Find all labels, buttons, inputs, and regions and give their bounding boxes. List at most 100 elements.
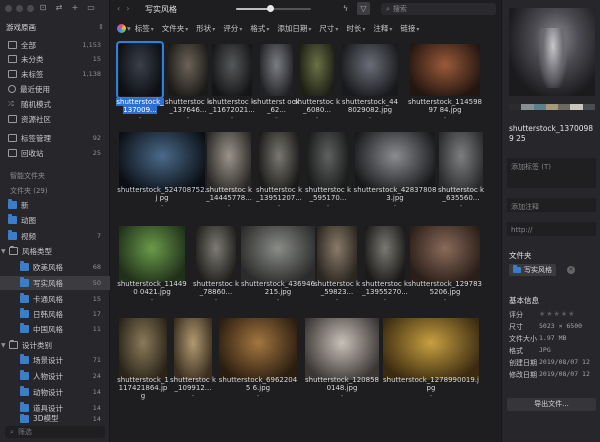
sidebar-item-trash[interactable]: 回收站 25 <box>0 146 110 160</box>
folder-item[interactable]: 道具设计 14 <box>0 401 110 415</box>
folder-item[interactable]: 新 <box>0 198 110 212</box>
sidebar-item-untagged[interactable]: 未标签 1,138 <box>0 67 110 81</box>
rating-stars[interactable]: ★★★★★ <box>539 310 575 318</box>
filter-shape[interactable]: 形状▾ <box>196 23 215 34</box>
image-thumbnail[interactable] <box>439 132 483 192</box>
image-thumbnail[interactable] <box>305 318 379 380</box>
sync-icon[interactable]: ⇄ <box>54 3 64 12</box>
folder-item[interactable]: 场景设计 71 <box>0 353 110 367</box>
image-thumbnail[interactable] <box>308 132 348 192</box>
chevron-down-icon[interactable]: ▾ <box>127 24 131 33</box>
filter-folder[interactable]: 文件夹▾ <box>162 23 189 34</box>
sidebar-item-tag-manager[interactable]: 标签管理 92 <box>0 131 110 145</box>
image-thumbnail[interactable] <box>168 44 208 96</box>
image-thumbnail[interactable] <box>259 132 299 192</box>
filter-format[interactable]: 格式▾ <box>250 23 269 34</box>
filter-rating[interactable]: 评分▾ <box>223 23 242 34</box>
zoom-window-button[interactable] <box>27 5 34 12</box>
image-thumbnail[interactable] <box>212 44 252 96</box>
tag-input[interactable]: 添加标签 (T) <box>507 158 596 188</box>
add-icon[interactable]: + <box>70 3 80 12</box>
image-thumbnail[interactable] <box>365 226 405 282</box>
lock-icon[interactable]: ⊡ <box>38 3 48 12</box>
image-thumbnail[interactable] <box>410 226 480 282</box>
folder-item[interactable]: 日韩风格 17 <box>0 307 110 321</box>
remove-folder-icon[interactable]: × <box>567 266 575 274</box>
folder-item[interactable]: 动物设计 14 <box>0 385 110 399</box>
close-window-button[interactable] <box>5 5 12 12</box>
image-caption: shutterstock_1 117421864.jpg- <box>117 376 169 400</box>
sidebar-item-count: 15 <box>92 55 101 63</box>
sidebar-item-random[interactable]: ⤮ 随机模式 <box>0 97 110 111</box>
image-thumbnail[interactable] <box>119 132 205 192</box>
bolt-icon[interactable]: ϟ <box>339 2 352 15</box>
image-thumbnail[interactable] <box>383 318 479 380</box>
sidebar-item-uncategorized[interactable]: 未分类 15 <box>0 52 110 66</box>
layout-icon[interactable]: ▭ <box>86 3 96 12</box>
folder-item[interactable]: 人物设计 24 <box>0 369 110 383</box>
folder-item[interactable]: 欧美风格 68 <box>0 260 110 274</box>
sidebar-item-community[interactable]: 资源社区 <box>0 112 110 126</box>
folder-item[interactable]: 卡通风格 15 <box>0 292 110 306</box>
folder-item[interactable]: 中国风格 11 <box>0 322 110 336</box>
image-thumbnail[interactable] <box>260 44 293 96</box>
image-thumbnail[interactable] <box>317 226 357 282</box>
library-switcher[interactable]: 游戏原画 ⇕ <box>6 21 104 33</box>
folder-group-style[interactable]: ▼ 风格类型 <box>0 244 110 258</box>
image-thumbnail[interactable] <box>410 44 480 96</box>
folder-item-selected[interactable]: 写实风格 50 <box>0 276 110 290</box>
palette-swatch[interactable] <box>558 104 571 110</box>
image-name-editing[interactable]: shutterstock_137009... <box>116 98 164 114</box>
palette-swatch[interactable] <box>521 104 534 110</box>
disclosure-down-icon[interactable]: ▼ <box>1 248 9 255</box>
color-filter-icon[interactable] <box>117 24 126 33</box>
forward-arrow-icon[interactable]: › <box>126 4 129 13</box>
filter-date-added[interactable]: 添加日期▾ <box>277 23 311 34</box>
palette-swatch[interactable] <box>582 104 595 110</box>
folder-group-design[interactable]: ▼ 设计类别 <box>0 338 110 352</box>
url-input[interactable]: http:// <box>507 222 596 236</box>
sidebar-item-recent[interactable]: 最近使用 <box>0 82 110 96</box>
image-thumbnail[interactable] <box>119 226 185 282</box>
filter-size[interactable]: 尺寸▾ <box>319 23 338 34</box>
palette-swatch[interactable] <box>545 104 559 110</box>
note-input[interactable]: 添加注释 <box>507 198 596 212</box>
folder-item[interactable]: 3D模型 14 <box>0 414 110 423</box>
folder-item[interactable]: 视频 7 <box>0 229 110 243</box>
thumbnail-size-slider[interactable] <box>236 5 311 12</box>
image-thumbnail[interactable] <box>219 318 297 380</box>
folders-heading[interactable]: 文件夹 (29) <box>10 186 48 196</box>
filter-duration[interactable]: 时长▾ <box>346 23 365 34</box>
palette-swatch[interactable] <box>509 104 522 110</box>
folder-section-title: 文件夹 <box>509 251 532 260</box>
back-arrow-icon[interactable]: ‹ <box>117 4 120 13</box>
folder-item[interactable]: 动图 <box>0 213 110 227</box>
filter-icon[interactable]: ▽ <box>357 2 370 15</box>
image-thumbnail[interactable] <box>174 318 212 380</box>
palette-swatch[interactable] <box>570 104 583 110</box>
image-thumbnail[interactable] <box>196 226 236 282</box>
image-thumbnail[interactable] <box>119 318 167 380</box>
slider-knob[interactable] <box>266 5 274 12</box>
sidebar-toolbar: ⊡ ⇄ + ▭ <box>38 3 96 12</box>
image-thumbnail[interactable] <box>342 44 398 96</box>
image-thumbnail[interactable] <box>241 226 315 282</box>
image-thumbnail[interactable] <box>116 41 164 99</box>
image-thumbnail[interactable] <box>355 132 435 192</box>
file-name[interactable]: shutterstock_13700989 25 <box>509 124 595 144</box>
image-preview[interactable] <box>509 8 595 96</box>
smart-folders-heading[interactable]: 智能文件夹 <box>10 171 45 181</box>
filter-tags[interactable]: 标签▾ <box>135 23 154 34</box>
minimize-window-button[interactable] <box>16 5 23 12</box>
filter-link[interactable]: 链接▾ <box>400 23 419 34</box>
export-file-button[interactable]: 导出文件... <box>507 398 596 411</box>
sidebar-item-all[interactable]: 全部 1,153 <box>0 38 110 52</box>
search-input[interactable] <box>392 5 483 13</box>
palette-swatch[interactable] <box>533 104 546 110</box>
filter-notes[interactable]: 注释▾ <box>373 23 392 34</box>
sidebar-filter-input[interactable] <box>17 428 98 436</box>
image-thumbnail[interactable] <box>300 44 334 96</box>
folder-tag[interactable]: 写实风格 <box>509 264 556 276</box>
disclosure-down-icon[interactable]: ▼ <box>1 342 9 349</box>
image-thumbnail[interactable] <box>207 132 251 192</box>
